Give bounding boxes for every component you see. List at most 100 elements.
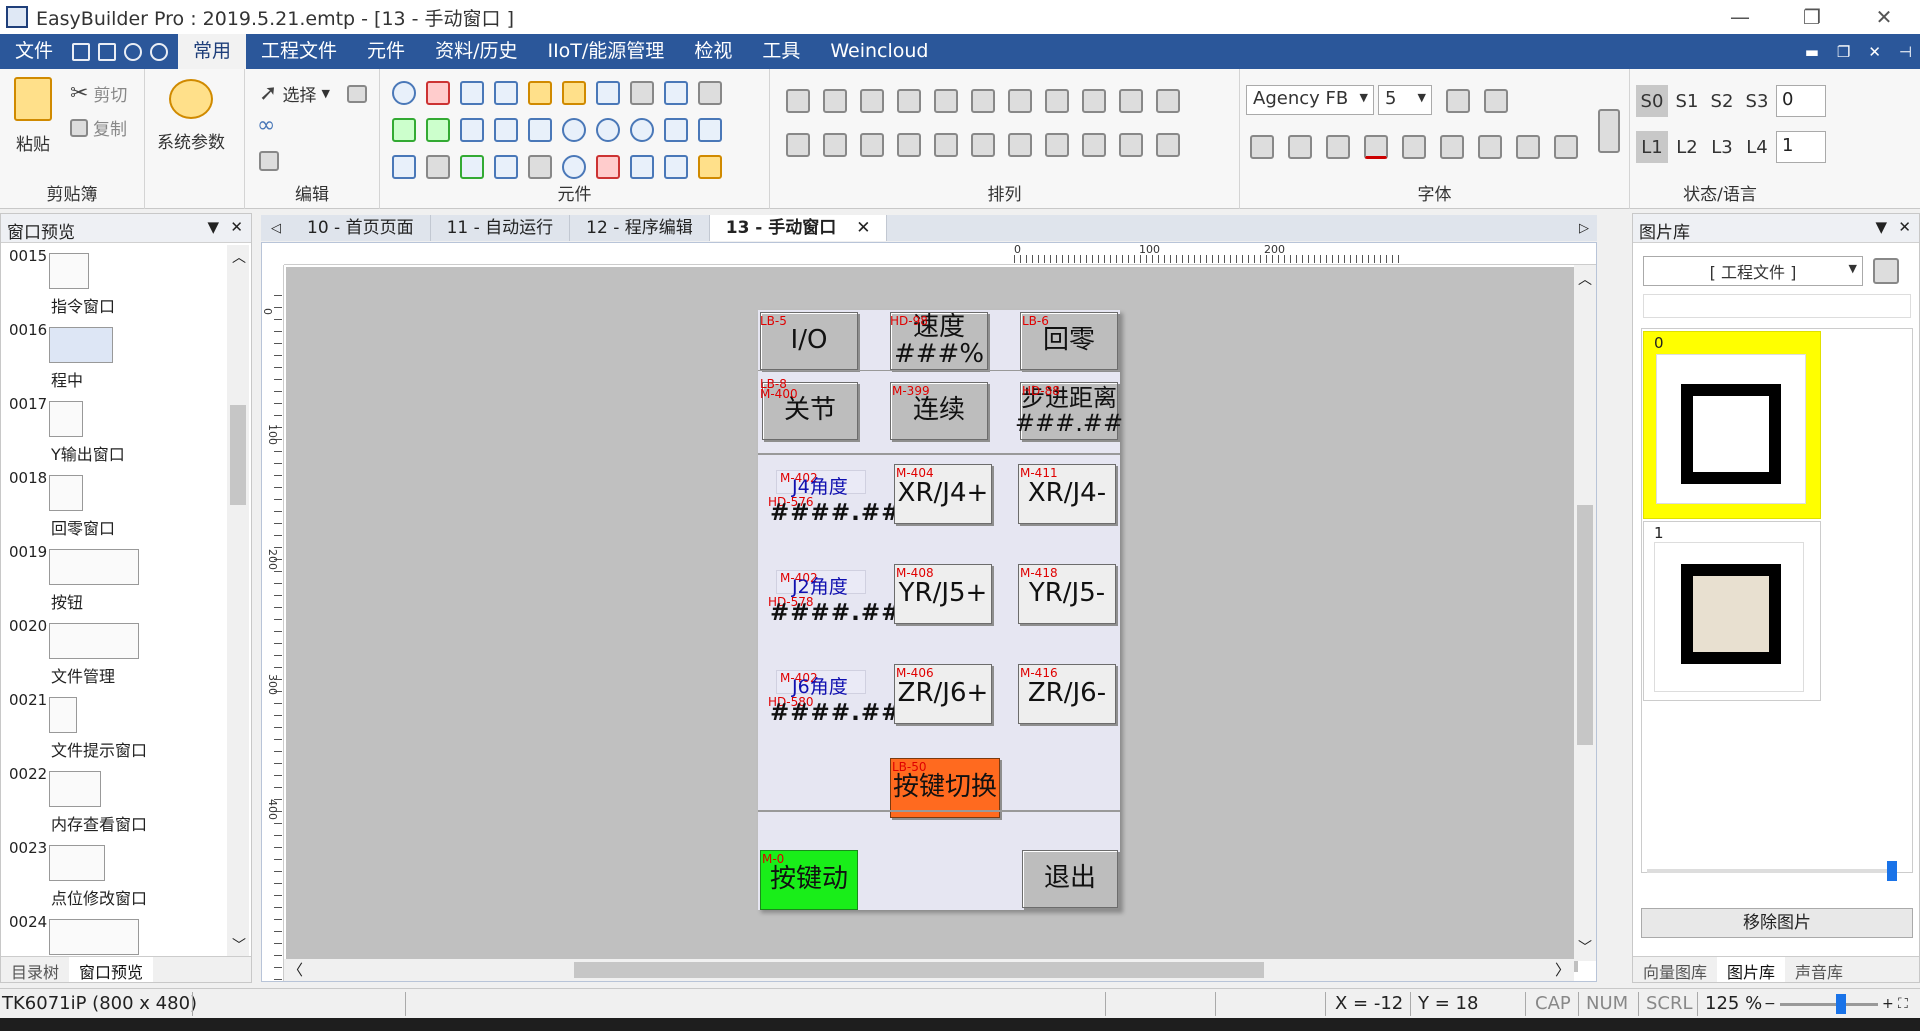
number-display-icon[interactable]	[392, 118, 416, 142]
window-preview-item[interactable]: 0022 内存查看窗口	[1, 763, 226, 837]
toggle-switch-icon[interactable]	[528, 81, 552, 105]
close-button[interactable]: ✕	[1848, 0, 1920, 34]
panel-dropdown-icon[interactable]: ▼	[207, 218, 219, 236]
menu-iiot[interactable]: IIoT/能源管理	[532, 34, 679, 69]
window-preview-item[interactable]: 0016 程中	[1, 319, 226, 393]
fit-screen-icon[interactable]: ⛶	[1898, 996, 1908, 1012]
window-preview-item[interactable]: 0019 按钮	[1, 541, 226, 615]
word-lamp-small-icon[interactable]	[630, 155, 654, 179]
picture-icon[interactable]	[460, 155, 484, 179]
tab-window-10[interactable]: 10 - 首页页面	[291, 215, 431, 241]
underline-icon[interactable]	[1402, 135, 1426, 159]
state-number-spinner[interactable]: 0	[1776, 85, 1826, 117]
state-s3-button[interactable]: S3	[1741, 85, 1773, 117]
link-icon[interactable]: ∞	[257, 113, 275, 138]
save-all-icon[interactable]	[98, 42, 117, 61]
numeric-icon[interactable]	[494, 81, 518, 105]
menu-home[interactable]: 常用	[178, 34, 247, 69]
indent-icon[interactable]	[1478, 135, 1502, 159]
language-l4-button[interactable]: L4	[1741, 131, 1773, 163]
panel-close-icon[interactable]: ✕	[230, 218, 243, 236]
ungroup-icon[interactable]	[934, 133, 958, 157]
indicator-icon[interactable]	[596, 155, 620, 179]
flip-h-icon[interactable]	[786, 133, 810, 157]
same-size-icon[interactable]	[1082, 89, 1106, 113]
layer-up-icon[interactable]	[1045, 133, 1069, 157]
circle-icon[interactable]	[596, 118, 620, 142]
font-shrink-icon[interactable]	[1288, 135, 1312, 159]
list-icon[interactable]	[630, 81, 654, 105]
paint-icon[interactable]	[1484, 89, 1508, 113]
arc-icon[interactable]	[562, 118, 586, 142]
nudge-icon[interactable]	[1119, 133, 1143, 157]
window-preview-item[interactable]: 0020 文件管理	[1, 615, 226, 689]
frame-icon[interactable]	[494, 155, 518, 179]
layer-down-icon[interactable]	[1082, 133, 1106, 157]
text-align-icon[interactable]	[1440, 135, 1464, 159]
window-preview-item[interactable]: 0021 文件提示窗口	[1, 689, 226, 763]
copy-button[interactable]: 复制	[70, 115, 127, 140]
window-preview-item[interactable]: 0015 指令窗口	[1, 245, 226, 319]
rotate-icon[interactable]	[860, 133, 884, 157]
align-right-icon[interactable]	[860, 89, 884, 113]
paste-button[interactable]: 粘贴	[14, 77, 52, 155]
menu-tools[interactable]: 工具	[747, 34, 815, 69]
tab-picture-library[interactable]: 图片库	[1717, 957, 1786, 982]
minimize-button[interactable]: —	[1704, 0, 1776, 34]
exit-button[interactable]: 退出	[1022, 850, 1118, 908]
canvas-vscroll-thumb[interactable]	[1577, 505, 1593, 745]
window-preview-item[interactable]: 0017 Y输出窗口	[1, 393, 226, 467]
menu-objects[interactable]: 元件	[352, 34, 420, 69]
text-input-icon[interactable]	[596, 81, 620, 105]
bulb-icon[interactable]	[392, 81, 416, 105]
text-icon[interactable]	[426, 155, 450, 179]
search-icon[interactable]	[1873, 258, 1899, 284]
canvas-scroll-down-icon[interactable]: ﹀	[1578, 937, 1592, 957]
fill-color-icon[interactable]	[1446, 89, 1470, 113]
tab-sound-library[interactable]: 声音库	[1785, 957, 1853, 982]
polyline-icon[interactable]	[494, 118, 518, 142]
distribute-h-icon[interactable]	[1008, 89, 1032, 113]
traffic-light-icon[interactable]	[426, 81, 450, 105]
bulb-small-icon[interactable]	[562, 155, 586, 179]
preview-scroll-thumb[interactable]	[230, 405, 246, 505]
table-icon[interactable]	[698, 81, 722, 105]
save-icon[interactable]	[72, 42, 91, 61]
mdi-minimize-button[interactable]: ▬	[1805, 43, 1819, 61]
state-s1-button[interactable]: S1	[1671, 85, 1703, 117]
gallery-close-icon[interactable]: ✕	[1898, 218, 1911, 236]
font-size-select[interactable]: 5 ▼	[1378, 85, 1432, 115]
slider-icon[interactable]	[664, 81, 688, 105]
tab-window-preview[interactable]: 窗口预览	[69, 957, 154, 982]
language-l1-button[interactable]: L1	[1636, 131, 1668, 163]
select-button[interactable]: ➚ 选择 ▼	[259, 81, 367, 106]
menu-weincloud[interactable]: Weincloud	[815, 34, 943, 69]
window-preview-item[interactable]: 0024	[1, 911, 226, 957]
same-height-icon[interactable]	[1119, 89, 1143, 113]
word-lamp-icon[interactable]	[460, 81, 484, 105]
library-source-select[interactable]: [ 工程文件 ] ▼	[1643, 256, 1863, 286]
flip-v-icon[interactable]	[823, 133, 847, 157]
canvas-hscroll-thumb[interactable]	[574, 962, 1264, 978]
pie-icon[interactable]	[630, 118, 654, 142]
zoom-slider-track[interactable]	[1780, 1003, 1878, 1006]
scroll-down-icon[interactable]: ﹀	[232, 935, 246, 955]
align-center-icon[interactable]	[823, 89, 847, 113]
zoom-out-icon[interactable]: −	[1764, 996, 1776, 1012]
preview-scrollbar[interactable]: ︿ ﹀	[227, 245, 249, 957]
vertical-align-icon[interactable]	[1516, 135, 1540, 159]
italic-icon[interactable]	[1326, 135, 1350, 159]
canvas-scroll-left-icon[interactable]: 〈	[288, 959, 303, 980]
tab-close-icon[interactable]: ✕	[856, 218, 870, 238]
window-preview-item[interactable]: 0023 点位修改窗口	[1, 837, 226, 911]
mdi-close-button[interactable]: ✕	[1868, 43, 1881, 61]
align-top-icon[interactable]	[897, 89, 921, 113]
function-key-icon[interactable]	[562, 81, 586, 105]
toggle-small-icon[interactable]	[698, 155, 722, 179]
tab-window-12[interactable]: 12 - 程序编辑	[570, 215, 710, 241]
scroll-up-icon[interactable]: ︿	[232, 247, 246, 267]
canvas-scroll-up-icon[interactable]: ︿	[1578, 269, 1592, 289]
mdi-restore-button[interactable]: ❐	[1837, 43, 1850, 61]
ascii-display-icon[interactable]	[426, 118, 450, 142]
zoom-in-icon[interactable]: +	[1882, 996, 1894, 1012]
